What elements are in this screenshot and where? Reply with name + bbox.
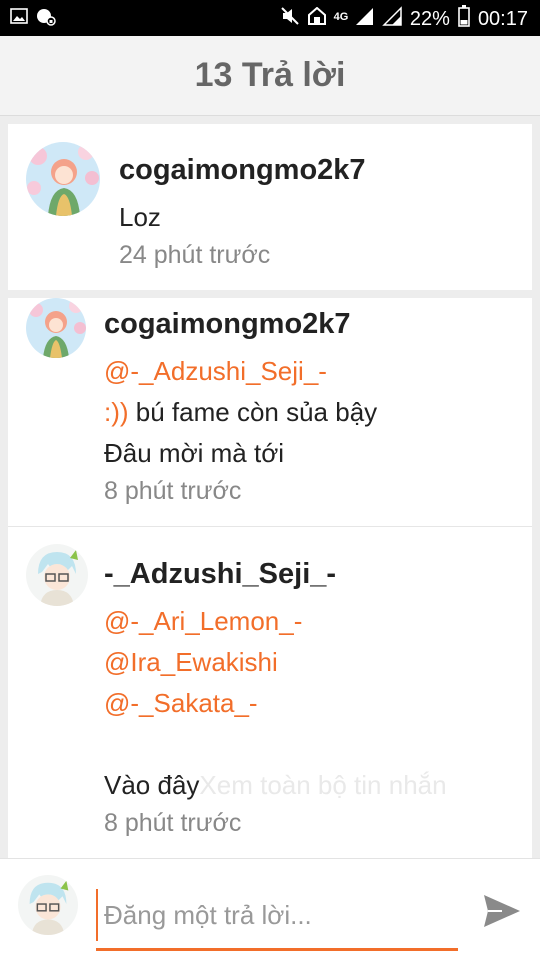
comment-card: cogaimongmo2k7 Loz 24 phút trước xyxy=(8,124,532,290)
comment-text: :)) bú fame còn sủa bậy xyxy=(104,397,377,428)
comment-text: Loz xyxy=(119,202,161,232)
my-avatar xyxy=(18,875,78,935)
avatar[interactable] xyxy=(26,298,86,358)
battery-icon xyxy=(458,5,470,33)
timestamp: 24 phút trước xyxy=(119,241,271,269)
status-bar: 4G 22% 00:17 xyxy=(0,0,540,36)
battery-label: 22% xyxy=(409,7,450,30)
clock: 00:17 xyxy=(477,7,528,30)
username[interactable]: -_Adzushi_Seji_- xyxy=(104,558,336,591)
home-icon xyxy=(307,6,326,31)
comment-text: Đâu mời mà tới xyxy=(104,438,285,468)
mention-link[interactable]: @-_Sakata_- xyxy=(104,688,258,719)
emote-text: :)) xyxy=(104,397,129,427)
timestamp: 8 phút trước xyxy=(104,477,242,505)
mute-icon xyxy=(280,6,300,32)
send-icon xyxy=(484,895,520,927)
view-all-messages-link[interactable]: Xem toàn bộ tin nhắn xyxy=(199,770,446,800)
avatar[interactable] xyxy=(26,544,88,606)
username[interactable]: cogaimongmo2k7 xyxy=(119,154,366,187)
header: 13 Trả lời xyxy=(0,36,540,116)
signal-icon xyxy=(355,8,373,25)
reply-bar xyxy=(0,858,540,960)
image-icon xyxy=(10,8,28,31)
signal-icon-2 xyxy=(382,6,402,32)
reply-field xyxy=(96,889,458,951)
mention-link[interactable]: @-_Ari_Lemon_- xyxy=(104,606,302,637)
comment-list: cogaimongmo2k7 @-_Adzushi_Seji_- :)) bú … xyxy=(8,298,532,858)
comment-text: Vào đâyXem toàn bộ tin nhắn xyxy=(104,770,447,801)
divider xyxy=(8,526,532,527)
network-label: 4G xyxy=(333,11,349,23)
mention-link[interactable]: @-_Adzushi_Seji_- xyxy=(104,356,327,387)
vpn-icon xyxy=(36,8,56,31)
page-title: 13 Trả lời xyxy=(194,56,346,94)
timestamp: 8 phút trước xyxy=(104,809,242,837)
comment-line: bú fame còn sủa bậy xyxy=(135,397,378,427)
mention-link[interactable]: @Ira_Ewakishi xyxy=(104,647,278,678)
send-button[interactable] xyxy=(480,889,524,933)
avatar[interactable] xyxy=(26,142,100,216)
reply-input[interactable] xyxy=(96,889,458,941)
comment-line: Vào đây xyxy=(104,770,200,800)
username[interactable]: cogaimongmo2k7 xyxy=(104,308,351,341)
